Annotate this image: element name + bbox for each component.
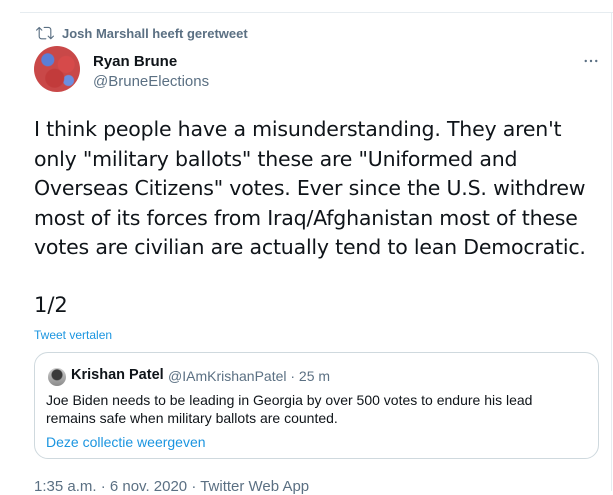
tweet-text-line: Overseas Citizens" votes. Ever since the… (34, 176, 586, 200)
author-avatar[interactable] (34, 46, 80, 92)
translate-tweet-link[interactable]: Tweet vertalen (34, 328, 112, 342)
tweet-text: I think people have a misunderstanding. … (34, 115, 604, 263)
quoted-tweet[interactable]: Krishan Patel @IAmKrishanPatel · 25 m Jo… (34, 352, 599, 459)
tweet-text-line: only "military ballots" these are "Unifo… (34, 146, 518, 171)
author-name[interactable]: Ryan Brune (93, 53, 177, 70)
quoted-author-name: Krishan Patel (71, 367, 164, 383)
thread-counter: 1/2 (34, 293, 68, 317)
author-handle[interactable]: @BruneElections (93, 73, 209, 90)
view-collection-link[interactable]: Deze collectie weergeven (46, 434, 206, 450)
quoted-author-handle: @IAmKrishanPatel · 25 m (168, 368, 331, 384)
quoted-text-line: remains safe when military ballots are c… (46, 410, 338, 426)
quoted-author-avatar (48, 368, 66, 386)
quoted-text-line: Joe Biden needs to be leading in Georgia… (46, 392, 533, 408)
quoted-tweet-text: Joe Biden needs to be leading in Georgia… (46, 391, 586, 427)
right-divider (611, 12, 612, 491)
retweet-banner[interactable]: Josh Marshall heeft geretweet (36, 24, 248, 42)
retweet-icon (36, 26, 54, 40)
tweet-text-line: most of its forces from Iraq/Afghanistan… (34, 205, 578, 230)
retweet-banner-text: Josh Marshall heeft geretweet (62, 25, 248, 41)
tweet-timestamp[interactable]: 1:35 a.m. · 6 nov. 2020 · Twitter Web Ap… (34, 478, 309, 495)
more-options-icon[interactable] (582, 52, 600, 70)
top-divider (20, 12, 613, 13)
tweet-text-line: votes are civilian are actually tend to … (34, 235, 586, 259)
tweet-text-line: I think people have a misunderstanding. … (34, 117, 562, 141)
